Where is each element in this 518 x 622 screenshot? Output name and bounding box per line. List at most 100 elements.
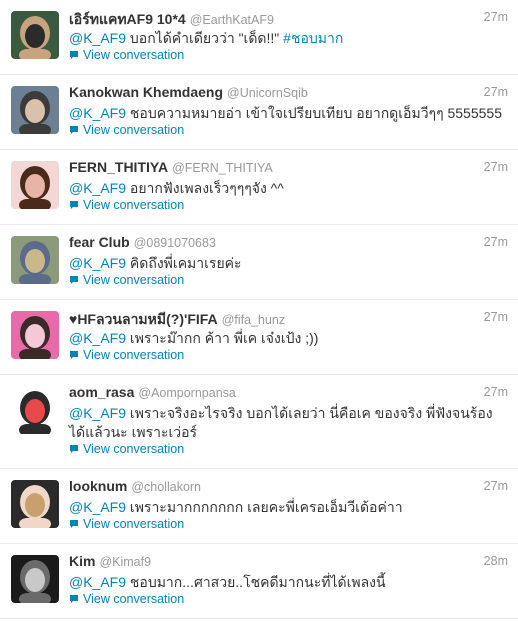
tweet-body: บอกได้คำเดียวว่า "เด็ด!!" — [126, 30, 284, 46]
avatar-photo — [11, 386, 59, 434]
mention-link[interactable]: @K_AF9 — [69, 330, 126, 346]
mention-link[interactable]: @K_AF9 — [69, 499, 126, 515]
tweet-text: @K_AF9 อยากฟังเพลงเร็วๆๆๆจัง ^^ — [69, 179, 508, 198]
mention-link[interactable]: @K_AF9 — [69, 574, 126, 590]
timestamp[interactable]: 27m — [484, 85, 508, 99]
speech-bubble-icon — [70, 126, 78, 134]
tweet-item[interactable]: FERN_THITIYA @FERN_THITIYA 27m @K_AF9 อยา… — [0, 150, 518, 225]
view-conversation-label: View conversation — [83, 592, 185, 606]
tweet-item[interactable]: Kim @Kimaf9 28m @K_AF9 ชอบมาก...ศาสวย..โช… — [0, 544, 518, 619]
conversation-icon — [69, 593, 79, 603]
tweet-body: ชอบมาก...ศาสวย..โชคดีมากนะที่ได้เพลงนี้ — [126, 574, 386, 590]
conversation-icon — [69, 274, 79, 284]
fullname[interactable]: ♥HFลวนลามหมี(?)'FIFA — [69, 311, 218, 327]
avatar[interactable] — [11, 161, 59, 209]
timestamp[interactable]: 27m — [484, 235, 508, 249]
conversation-icon — [69, 49, 79, 59]
conversation-icon — [69, 199, 79, 209]
conversation-icon — [69, 349, 79, 359]
view-conversation-label: View conversation — [83, 273, 185, 287]
view-conversation-link[interactable]: View conversation — [69, 592, 184, 606]
username[interactable]: @EarthKatAF9 — [190, 13, 274, 27]
avatar[interactable] — [11, 11, 59, 59]
conversation-icon — [69, 124, 79, 134]
tweet-header: Kim @Kimaf9 28m — [69, 553, 508, 571]
tweet-item[interactable]: เอิร์ทแคทAF9 10*4 @EarthKatAF9 27m @K_AF9… — [0, 0, 518, 75]
view-conversation-link[interactable]: View conversation — [69, 48, 184, 62]
view-conversation-link[interactable]: View conversation — [69, 348, 184, 362]
timestamp[interactable]: 27m — [484, 10, 508, 24]
speech-bubble-icon — [70, 351, 78, 359]
timestamp[interactable]: 27m — [484, 160, 508, 174]
tweet-body: ชอบความหมายอ่า เข้าใจเปรียบเทียบ อยากดูเ… — [126, 105, 502, 121]
fullname[interactable]: aom_rasa — [69, 384, 134, 400]
fullname[interactable]: FERN_THITIYA — [69, 159, 168, 175]
mention-link[interactable]: @K_AF9 — [69, 30, 126, 46]
view-conversation-link[interactable]: View conversation — [69, 273, 184, 287]
username[interactable]: @Kimaf9 — [99, 555, 151, 569]
view-conversation-link[interactable]: View conversation — [69, 442, 184, 456]
avatar[interactable] — [11, 311, 59, 359]
mention-link[interactable]: @K_AF9 — [69, 180, 126, 196]
speech-bubble-icon — [70, 445, 78, 453]
tweet-item[interactable]: Kanokwan Khemdaeng @UnicornSqib 27m @K_AF… — [0, 75, 518, 150]
username[interactable]: @0891070683 — [134, 236, 216, 250]
view-conversation-label: View conversation — [83, 48, 185, 62]
mention-link[interactable]: @K_AF9 — [69, 405, 126, 421]
speech-bubble-icon — [70, 520, 78, 528]
mention-link[interactable]: @K_AF9 — [69, 255, 126, 271]
avatar-photo — [11, 86, 59, 134]
speech-bubble-icon — [70, 201, 78, 209]
tweet-body: เพราะจริงอะไรจริง บอกได้เลยว่า นี่คือเค … — [69, 405, 493, 440]
tweet-text: @K_AF9 ชอบความหมายอ่า เข้าใจเปรียบเทียบ … — [69, 104, 508, 123]
conversation-icon — [69, 518, 79, 528]
avatar-photo — [11, 11, 59, 59]
view-conversation-link[interactable]: View conversation — [69, 198, 184, 212]
username[interactable]: @UnicornSqib — [227, 86, 308, 100]
tweet-body: เพราะม๊ากก ค้าา พี่เค เจ๋งเป้ง ;)) — [126, 330, 319, 346]
tweet-header: aom_rasa @Aompornpansa 27m — [69, 384, 508, 402]
avatar[interactable] — [11, 86, 59, 134]
fullname[interactable]: looknum — [69, 478, 127, 494]
avatar[interactable] — [11, 236, 59, 284]
tweet-text: @K_AF9 คิดถึงพี่เคมาเรยค่ะ — [69, 254, 508, 273]
tweet-stream: เอิร์ทแคทAF9 10*4 @EarthKatAF9 27m @K_AF9… — [0, 0, 518, 622]
timestamp[interactable]: 27m — [484, 385, 508, 399]
tweet-body: เพราะมากกกกกกก เลยคะพี่เครอเอ็มวีเด้อค่า… — [126, 499, 403, 515]
avatar[interactable] — [11, 386, 59, 434]
view-conversation-label: View conversation — [83, 442, 185, 456]
timestamp[interactable]: 27m — [484, 479, 508, 493]
view-conversation-label: View conversation — [83, 123, 185, 137]
username[interactable]: @FERN_THITIYA — [172, 161, 273, 175]
tweet-text: @K_AF9 เพราะจริงอะไรจริง บอกได้เลยว่า นี… — [69, 404, 508, 442]
view-conversation-label: View conversation — [83, 517, 185, 531]
hashtag-link[interactable]: #ชอบมาก — [283, 30, 343, 46]
tweet-item[interactable]: ♥HFลวนลามหมี(?)'FIFA @fifa_hunz 27m @K_AF… — [0, 300, 518, 375]
timestamp[interactable]: 28m — [484, 554, 508, 568]
fullname[interactable]: Kanokwan Khemdaeng — [69, 84, 223, 100]
avatar-photo — [11, 311, 59, 359]
view-conversation-label: View conversation — [83, 198, 185, 212]
fullname[interactable]: เอิร์ทแคทAF9 10*4 — [69, 11, 186, 27]
tweet-item[interactable]: fear Club @0891070683 27m @K_AF9 คิดถึงพี… — [0, 225, 518, 300]
username[interactable]: @Aompornpansa — [138, 386, 235, 400]
tweet-text: @K_AF9 เพราะม๊ากก ค้าา พี่เค เจ๋งเป้ง ;)… — [69, 329, 508, 348]
speech-bubble-icon — [70, 276, 78, 284]
username[interactable]: @fifa_hunz — [222, 313, 285, 327]
fullname[interactable]: Kim — [69, 553, 95, 569]
username[interactable]: @chollakorn — [131, 480, 201, 494]
view-conversation-link[interactable]: View conversation — [69, 123, 184, 137]
avatar[interactable] — [11, 480, 59, 528]
tweet-item[interactable]: aom_rasa @Aompornpansa 27m @K_AF9 เพราะจร… — [0, 375, 518, 469]
avatar[interactable] — [11, 555, 59, 603]
tweet-item[interactable]: looknum @chollakorn 27m @K_AF9 เพราะมากกก… — [0, 469, 518, 544]
fullname[interactable]: fear Club — [69, 234, 130, 250]
tweet-header: Kanokwan Khemdaeng @UnicornSqib 27m — [69, 84, 508, 102]
tweet-body: คิดถึงพี่เคมาเรยค่ะ — [126, 255, 242, 271]
avatar-photo — [11, 161, 59, 209]
timestamp[interactable]: 27m — [484, 310, 508, 324]
speech-bubble-icon — [70, 51, 78, 59]
mention-link[interactable]: @K_AF9 — [69, 105, 126, 121]
view-conversation-link[interactable]: View conversation — [69, 517, 184, 531]
tweet-text: @K_AF9 เพราะมากกกกกกก เลยคะพี่เครอเอ็มวี… — [69, 498, 508, 517]
